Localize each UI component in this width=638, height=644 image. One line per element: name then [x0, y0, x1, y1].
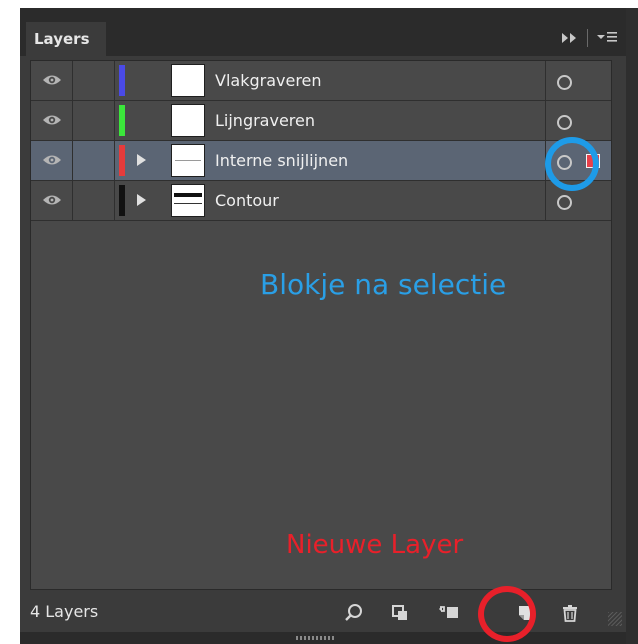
visibility-toggle[interactable]: [31, 61, 73, 100]
visibility-toggle[interactable]: [31, 141, 73, 180]
layer-color-bar: [119, 145, 125, 176]
eye-icon: [43, 195, 61, 205]
layer-name[interactable]: Interne snijlijnen: [215, 141, 348, 180]
window-edge: [626, 8, 638, 644]
target-cell[interactable]: [545, 61, 611, 100]
search-icon: [345, 604, 362, 621]
eye-icon: [43, 115, 61, 125]
layer-row[interactable]: Lijngraveren: [31, 101, 611, 141]
create-sublayer-button[interactable]: [438, 603, 458, 623]
clipping-mask-button[interactable]: [390, 603, 410, 623]
new-layer-annotation: Nieuwe Layer: [286, 530, 464, 560]
layer-row[interactable]: Contour: [31, 181, 611, 221]
resize-grip-icon[interactable]: [608, 612, 622, 626]
layers-list: Vlakgraveren Lijngraveren Interne snijli…: [30, 60, 612, 590]
trash-icon: [563, 605, 577, 622]
target-circle-icon[interactable]: [557, 75, 572, 90]
lock-toggle[interactable]: [73, 61, 115, 100]
lock-toggle[interactable]: [73, 141, 115, 180]
create-sublayer-icon: [439, 606, 458, 618]
tab-divider: [587, 29, 588, 47]
tab-layers[interactable]: Layers: [26, 22, 106, 56]
layer-thumbnail: [171, 104, 205, 137]
panel-controls: [561, 28, 618, 48]
collapse-panel-icon[interactable]: [561, 29, 579, 48]
make-clipping-mask-icon: [392, 605, 407, 620]
layer-color-bar: [119, 65, 125, 96]
lock-toggle[interactable]: [73, 181, 115, 220]
target-circle-icon[interactable]: [557, 115, 572, 130]
layer-thumbnail: [171, 184, 205, 217]
delete-layer-button[interactable]: [560, 603, 580, 623]
layer-color-bar: [119, 185, 125, 216]
panel-bottom-bar: [20, 632, 626, 644]
layer-row-selected[interactable]: Interne snijlijnen: [31, 141, 611, 181]
locate-object-button[interactable]: [344, 603, 364, 623]
layer-name[interactable]: Contour: [215, 181, 279, 220]
layer-thumbnail: [171, 64, 205, 97]
layer-name[interactable]: Vlakgraveren: [215, 61, 322, 100]
selection-highlight-circle: [545, 137, 599, 191]
expand-arrow-icon[interactable]: [137, 194, 146, 206]
panel-menu-icon[interactable]: [596, 29, 618, 48]
visibility-toggle[interactable]: [31, 181, 73, 220]
lock-toggle[interactable]: [73, 101, 115, 140]
panel-resize-handle[interactable]: [296, 636, 334, 640]
target-circle-icon[interactable]: [557, 195, 572, 210]
panel-tab-bar: Layers: [20, 8, 626, 56]
eye-icon: [43, 155, 61, 165]
layer-name[interactable]: Lijngraveren: [215, 101, 315, 140]
eye-icon: [43, 75, 61, 85]
selection-annotation: Blokje na selectie: [260, 268, 507, 301]
visibility-toggle[interactable]: [31, 101, 73, 140]
layer-row[interactable]: Vlakgraveren: [31, 61, 611, 101]
target-cell[interactable]: [545, 101, 611, 140]
layer-color-bar: [119, 105, 125, 136]
expand-arrow-icon[interactable]: [137, 154, 146, 166]
layer-thumbnail: [171, 144, 205, 177]
new-layer-highlight-circle: [478, 586, 536, 642]
layer-count: 4 Layers: [30, 602, 99, 621]
